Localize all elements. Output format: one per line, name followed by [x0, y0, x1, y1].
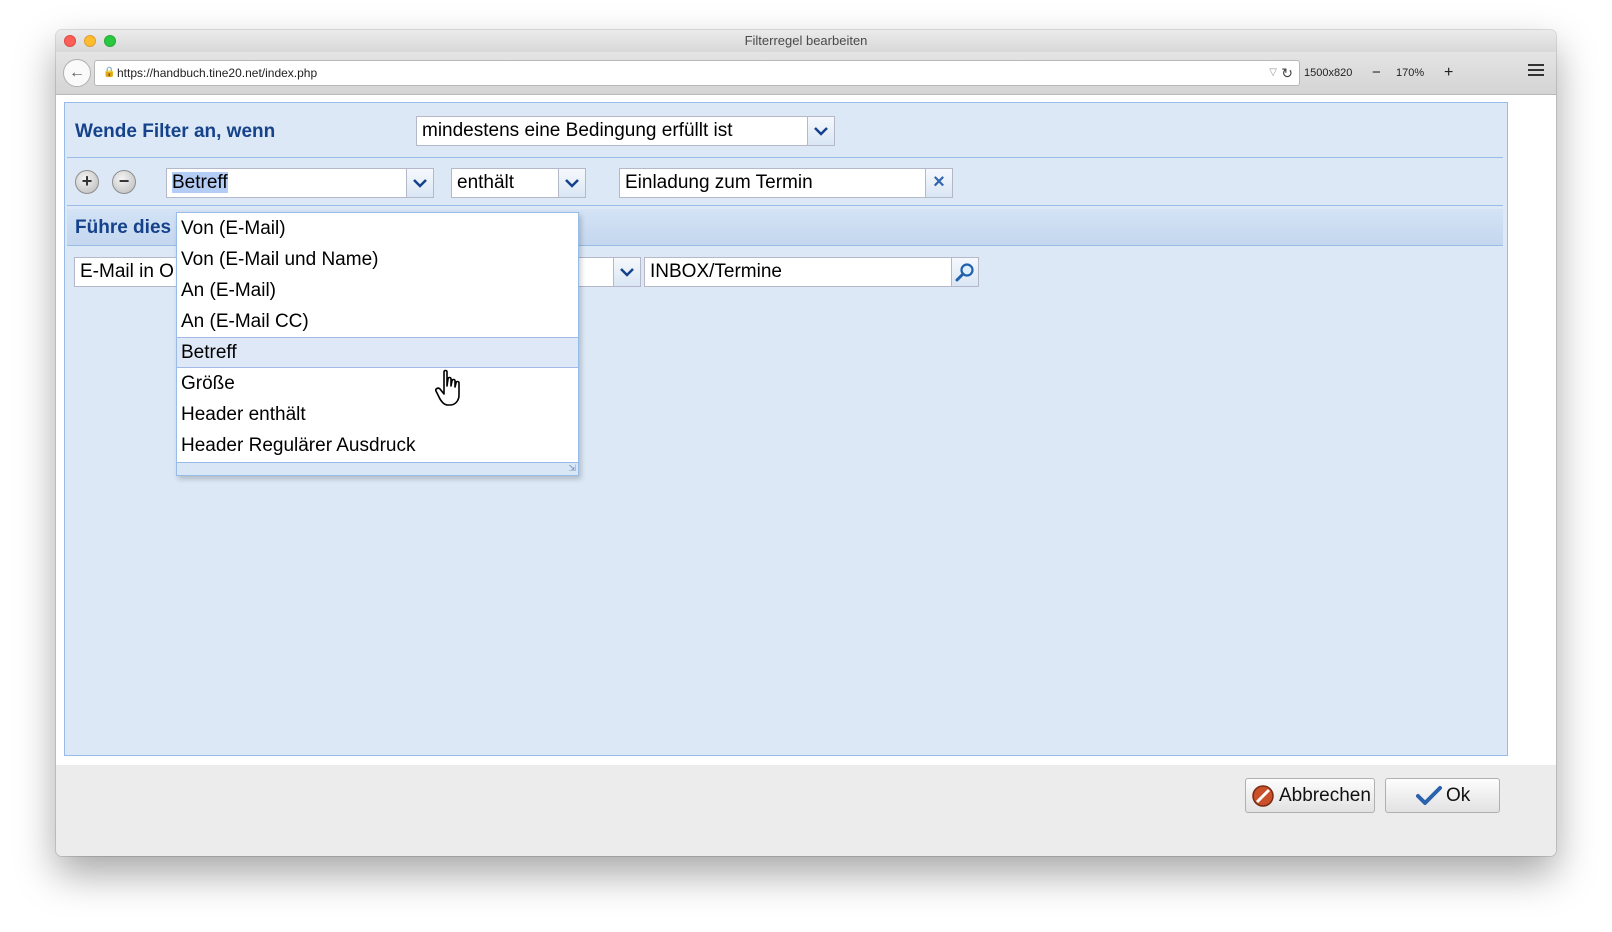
close-window-button[interactable]: [64, 35, 76, 47]
ok-button[interactable]: Ok: [1385, 778, 1500, 813]
zoom-level-label[interactable]: 170%: [1396, 60, 1424, 86]
address-bar[interactable]: 🔒 https://handbuch.tine20.net/index.php …: [94, 60, 1300, 86]
viewport-size-label: 1500x820: [1304, 67, 1353, 79]
search-icon: [955, 263, 974, 282]
dropdown-item[interactable]: Header Regulärer Ausdruck: [177, 430, 578, 461]
hand-cursor-icon: [435, 369, 460, 406]
rule-row: + − Betreff enthält Einladung zum Termin…: [67, 161, 1503, 206]
dropdown-item[interactable]: An (E-Mail CC): [177, 306, 578, 337]
close-icon: ×: [933, 171, 945, 193]
dropdown-item[interactable]: Größe: [177, 368, 578, 399]
dropdown-item[interactable]: Von (E-Mail): [177, 213, 578, 244]
chevron-down-icon: [814, 127, 828, 136]
filter-form-panel: Wende Filter an, wenn mindestens eine Be…: [64, 102, 1508, 756]
minus-icon: −: [118, 171, 130, 191]
rule-field-value[interactable]: Betreff: [172, 172, 228, 193]
chevron-down-icon: [620, 268, 634, 277]
action-type-value: E-Mail in O: [80, 261, 174, 282]
rule-operator-trigger[interactable]: [558, 169, 585, 197]
rule-field-combo[interactable]: Betreff: [166, 168, 434, 198]
browser-toolbar: ← 🔒 https://handbuch.tine20.net/index.ph…: [56, 52, 1556, 95]
zoom-in-button[interactable]: +: [1444, 60, 1453, 86]
resize-grip-icon[interactable]: ⇲: [568, 463, 576, 474]
cancel-button[interactable]: Abbrechen: [1245, 778, 1375, 813]
rule-field-trigger[interactable]: [406, 169, 433, 197]
filter-condition-label: Wende Filter an, wenn: [75, 121, 276, 142]
rule-text-value: Einladung zum Termin: [625, 172, 813, 193]
dropdown-item-selected[interactable]: Betreff: [177, 337, 578, 368]
hamburger-menu-icon[interactable]: [1528, 64, 1544, 78]
ok-button-label: Ok: [1446, 785, 1471, 806]
remove-rule-button[interactable]: −: [112, 170, 136, 194]
rule-field-dropdown-list[interactable]: Von (E-Mail) Von (E-Mail und Name) An (E…: [176, 212, 579, 476]
action-type-trigger[interactable]: [613, 258, 640, 286]
checkmark-icon: [1416, 786, 1442, 805]
zoom-window-button[interactable]: [104, 35, 116, 47]
dialog-button-bar: Abbrechen Ok: [56, 765, 1556, 856]
lock-icon: 🔒: [103, 67, 116, 78]
title-bar: Filterregel bearbeiten: [56, 30, 1556, 52]
reload-icon[interactable]: ↻: [1281, 61, 1293, 85]
window-title: Filterregel bearbeiten: [744, 33, 868, 48]
filter-condition-section: Wende Filter an, wenn mindestens eine Be…: [67, 103, 1503, 158]
zoom-out-button[interactable]: −: [1372, 60, 1381, 86]
cancel-icon: [1252, 785, 1274, 807]
rule-text-field[interactable]: Einladung zum Termin ×: [619, 168, 953, 198]
filter-condition-value: mindestens eine Bedingung erfüllt ist: [422, 120, 733, 141]
plus-icon: +: [81, 171, 93, 191]
dropdown-item[interactable]: Von (E-Mail und Name): [177, 244, 578, 275]
action-section-label: Führe dies: [75, 217, 172, 238]
back-button[interactable]: ←: [63, 59, 91, 87]
folder-search-button[interactable]: [951, 258, 978, 286]
action-folder-field[interactable]: INBOX/Termine: [644, 257, 979, 287]
filter-condition-combo[interactable]: mindestens eine Bedingung erfüllt ist: [416, 116, 835, 146]
rule-operator-combo[interactable]: enthält: [451, 168, 586, 198]
page-content: Wende Filter an, wenn mindestens eine Be…: [56, 95, 1556, 791]
chevron-down-icon: [413, 179, 427, 188]
url-history-dropdown-icon[interactable]: ▽: [1269, 61, 1277, 85]
chevron-down-icon: [565, 179, 579, 188]
minimize-window-button[interactable]: [84, 35, 96, 47]
dropdown-item[interactable]: An (E-Mail): [177, 275, 578, 306]
browser-window: Filterregel bearbeiten ← 🔒 https://handb…: [56, 30, 1556, 856]
rule-operator-value: enthält: [457, 172, 515, 193]
dropdown-item[interactable]: Header enthält: [177, 399, 578, 430]
cancel-button-label: Abbrechen: [1279, 785, 1371, 806]
clear-text-button[interactable]: ×: [925, 169, 952, 197]
add-rule-button[interactable]: +: [75, 170, 99, 194]
action-folder-value: INBOX/Termine: [650, 261, 782, 282]
url-text: https://handbuch.tine20.net/index.php: [117, 66, 318, 80]
back-arrow-icon: ←: [69, 64, 85, 81]
dropdown-footer: ⇲: [177, 462, 578, 475]
filter-condition-trigger[interactable]: [807, 117, 834, 145]
